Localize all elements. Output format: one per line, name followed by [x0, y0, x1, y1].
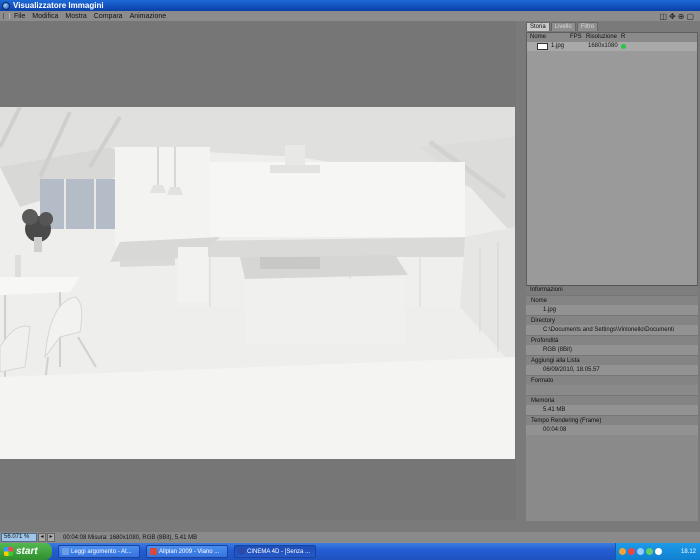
info-label-memoria: Memoria — [526, 395, 698, 405]
tray-security-icon[interactable] — [628, 548, 635, 555]
zoom-increase-button[interactable]: ▸ — [47, 533, 55, 542]
start-button[interactable]: start — [0, 543, 52, 560]
zoom-decrease-button[interactable]: ◂ — [38, 533, 46, 542]
status-bar: 56.071 % ◂ ▸ 00:04:08 Misura: 1680x1080,… — [0, 532, 700, 543]
render-status-dot-icon — [621, 44, 626, 49]
info-label-aggiungi: Aggiungi alla Lista — [526, 355, 698, 365]
zoom-icon[interactable]: ⊕ — [678, 12, 685, 21]
cinema4d-icon — [238, 548, 245, 555]
title-bar: Visualizzatore Immagini — [0, 0, 700, 11]
taskbar: start Leggi argomento - At... Allplan 20… — [0, 543, 700, 560]
view-controls: ◫ ✥ ⊕ ▢ — [659, 12, 694, 21]
history-header: Nome FPS Risoluzione R — [527, 33, 697, 42]
col-risoluzione[interactable]: Risoluzione — [586, 33, 617, 42]
info-value-directory: C:\Documents and Settings\Vinlonello\Doc… — [526, 325, 698, 335]
zoom-field[interactable]: 56.071 % — [1, 533, 37, 542]
info-label-directory: Directory — [526, 315, 698, 325]
toolbar-grip — [3, 13, 10, 19]
rendered-image — [0, 107, 515, 459]
col-fps[interactable]: FPS — [570, 33, 582, 42]
tab-storia[interactable]: Storia — [526, 22, 550, 31]
allplan-icon — [150, 548, 157, 555]
info-title: Informazioni — [526, 286, 698, 295]
image-thumbnail — [537, 43, 548, 50]
taskbar-item-leggi-argomento[interactable]: Leggi argomento - At... — [58, 545, 140, 558]
system-tray: 18.12 — [615, 543, 700, 560]
task-label: CINEMA 4D - [Senza ... — [247, 548, 311, 555]
tray-volume-icon[interactable] — [655, 548, 662, 555]
status-text: 00:04:08 Misura: 1680x1080, RGB (8Bit), … — [63, 534, 198, 541]
image-viewport[interactable] — [0, 21, 516, 520]
browser-icon — [62, 548, 69, 555]
tray-messenger-icon[interactable] — [646, 548, 653, 555]
info-label-profondita: Profondità — [526, 335, 698, 345]
task-label: Leggi argomento - At... — [71, 548, 132, 555]
panel-tabs: Storia Livello Filtro — [526, 22, 599, 31]
kitchen-render — [0, 107, 515, 459]
info-value-profondita: RGB (8Bit) — [526, 345, 698, 355]
right-panel: Storia Livello Filtro Nome FPS Risoluzio… — [522, 21, 700, 521]
menu-animazione[interactable]: Animazione — [130, 13, 167, 20]
taskbar-item-allplan[interactable]: Allplan 2009 - Viano ... — [146, 545, 228, 558]
col-nome[interactable]: Nome — [530, 33, 546, 42]
info-label-tempo-rendering: Tempo Rendering (Frame) — [526, 415, 698, 425]
info-value-aggiungi: 06/09/2010, 18.05.57 — [526, 365, 698, 375]
info-value-formato — [526, 385, 698, 395]
tray-app-icon[interactable] — [619, 548, 626, 555]
info-value-memoria: 5.41 MB — [526, 405, 698, 415]
menu-bar: File Modifica Mostra Compara Animazione — [0, 11, 700, 21]
window-title: Visualizzatore Immagini — [13, 1, 104, 10]
clock: 18.12 — [680, 548, 696, 555]
history-row-resolution: 1680x1080 — [588, 43, 618, 49]
info-label-formato: Formato — [526, 375, 698, 385]
history-row-name: 1.jpg — [551, 43, 565, 49]
info-value-nome: 1.jpg — [526, 305, 698, 315]
tray-network-icon[interactable] — [637, 548, 644, 555]
menu-mostra[interactable]: Mostra — [65, 13, 86, 20]
tab-filtro[interactable]: Filtro — [576, 22, 599, 31]
col-r[interactable]: R — [621, 33, 625, 42]
history-list: Nome FPS Risoluzione R 1.jpg 1680x1080 — [526, 32, 698, 290]
menu-compara[interactable]: Compara — [94, 13, 123, 20]
move-icon[interactable]: ✥ — [669, 12, 676, 21]
info-label-nome: Nome — [526, 295, 698, 305]
windows-logo-icon — [4, 547, 13, 556]
history-row[interactable]: 1.jpg 1680x1080 — [527, 42, 697, 51]
info-panel: Informazioni Nome 1.jpg Directory C:\Doc… — [526, 285, 698, 521]
start-label: start — [16, 546, 38, 557]
menu-file[interactable]: File — [14, 13, 25, 20]
task-label: Allplan 2009 - Viano ... — [159, 548, 220, 555]
layout-icon[interactable]: ◫ — [659, 12, 667, 21]
info-value-tempo-rendering: 00:04:08 — [526, 425, 698, 435]
window-icon[interactable]: ▢ — [686, 12, 694, 21]
tab-livello[interactable]: Livello — [550, 22, 576, 31]
taskbar-item-cinema4d[interactable]: CINEMA 4D - [Senza ... — [234, 545, 316, 558]
menu-modifica[interactable]: Modifica — [32, 13, 58, 20]
cinema4d-app-icon — [2, 1, 10, 10]
